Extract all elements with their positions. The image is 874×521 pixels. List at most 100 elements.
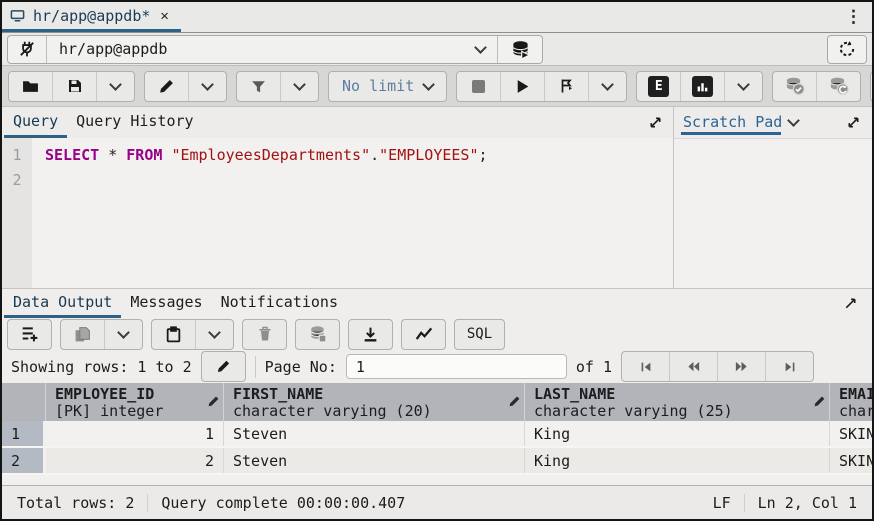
row-limit-select[interactable]: No limit xyxy=(329,72,446,101)
first-page-icon[interactable] xyxy=(622,352,669,381)
explain-icon[interactable]: E xyxy=(637,72,680,101)
output-toolbar: SQL xyxy=(2,318,872,350)
sql-code[interactable]: SELECT * FROM "EmployeesDepartments"."EM… xyxy=(32,138,488,288)
chevron-down-icon[interactable] xyxy=(463,36,497,63)
eol-indicator[interactable]: LF xyxy=(713,494,731,512)
add-row-icon[interactable] xyxy=(8,320,51,349)
grid-corner-cell[interactable] xyxy=(2,383,46,421)
delete-row-icon[interactable] xyxy=(243,320,286,349)
table-row[interactable]: 22StevenKingSKING xyxy=(2,448,872,475)
rollback-icon[interactable] xyxy=(816,72,860,101)
kebab-menu-icon[interactable]: ⋮ xyxy=(835,2,872,32)
row-limit-label: No limit xyxy=(342,77,414,95)
pagination-row: Showing rows: 1 to 2 Page No: of 1 xyxy=(2,350,872,383)
edit-icon[interactable] xyxy=(145,72,188,101)
sql-token: ; xyxy=(479,146,488,164)
column-header[interactable]: EMAILcharacter varying (25) xyxy=(830,383,872,421)
connection-selector[interactable]: hr/app@appdb xyxy=(47,36,463,63)
grid-cell[interactable]: King xyxy=(525,448,830,473)
query-complete-status: Query complete 00:00:00.407 xyxy=(161,494,405,512)
edit-column-pencil-icon[interactable] xyxy=(508,395,521,408)
filter-icon[interactable] xyxy=(237,72,280,101)
scratch-pad-header: Scratch Pad xyxy=(674,107,872,138)
sql-token: "EmployeesDepartments" xyxy=(171,146,370,164)
page-no-label: Page No: xyxy=(265,358,337,376)
save-options-chevron-icon[interactable] xyxy=(96,72,134,101)
result-grid[interactable]: EMPLOYEE_ID[PK] integerFIRST_NAMEcharact… xyxy=(2,383,872,485)
line-number: 2 xyxy=(2,168,32,193)
showing-rows-label: Showing rows: 1 to 2 xyxy=(11,358,192,376)
new-connection-icon[interactable] xyxy=(497,36,542,63)
sql-token: . xyxy=(370,146,379,164)
graph-visualiser-icon[interactable] xyxy=(402,320,445,349)
connection-status-icon[interactable] xyxy=(8,36,47,63)
grid-cell[interactable]: Steven xyxy=(224,448,525,473)
edit-range-pencil-icon[interactable] xyxy=(202,352,245,381)
query-tool-tab[interactable]: hr/app@appdb* ✕ xyxy=(2,2,181,32)
commit-icon[interactable] xyxy=(773,72,816,101)
tab-notifications[interactable]: Notifications xyxy=(212,289,347,318)
sql-token xyxy=(99,146,108,164)
column-header[interactable]: FIRST_NAMEcharacter varying (20) xyxy=(224,383,525,421)
table-row[interactable]: 11StevenKingSKING xyxy=(2,421,872,448)
column-header[interactable]: EMPLOYEE_ID[PK] integer xyxy=(46,383,224,421)
expand-icon[interactable] xyxy=(835,289,866,318)
paste-chevron-icon[interactable] xyxy=(195,320,233,349)
output-tabs: Data Output Messages Notifications xyxy=(2,289,872,318)
execute-chevron-icon[interactable] xyxy=(588,72,626,101)
page-number-input[interactable] xyxy=(346,354,567,379)
scratch-pad-label[interactable]: Scratch Pad xyxy=(681,110,781,135)
line-number: 1 xyxy=(2,143,32,168)
prev-page-icon[interactable] xyxy=(669,352,717,381)
save-file-icon[interactable] xyxy=(52,72,96,101)
document-tab-bar: hr/app@appdb* ✕ ⋮ xyxy=(2,2,872,33)
scratch-pad-editor[interactable] xyxy=(674,138,872,288)
grid-cell[interactable]: SKING xyxy=(830,448,872,473)
sql-editor[interactable]: 1 2 SELECT * FROM "EmployeesDepartments"… xyxy=(2,138,673,288)
edit-column-pencil-icon[interactable] xyxy=(813,395,826,408)
tab-query-history[interactable]: Query History xyxy=(67,107,202,138)
grid-cell[interactable]: 1 xyxy=(46,421,224,446)
edit-options-chevron-icon[interactable] xyxy=(188,72,226,101)
execute-options-icon[interactable] xyxy=(544,72,588,101)
save-data-icon[interactable] xyxy=(296,320,339,349)
grid-cell[interactable]: 2 xyxy=(46,448,224,473)
tab-query[interactable]: Query xyxy=(4,107,67,138)
reset-layout-icon[interactable] xyxy=(827,35,867,64)
tab-messages[interactable]: Messages xyxy=(121,289,211,318)
row-number-cell[interactable]: 1 xyxy=(2,421,46,446)
expand-icon[interactable] xyxy=(640,107,671,138)
grid-cell[interactable]: SKING xyxy=(830,421,872,446)
explain-chevron-icon[interactable] xyxy=(724,72,762,101)
expand-icon[interactable] xyxy=(842,115,865,130)
copy-icon[interactable] xyxy=(61,320,104,349)
edit-column-pencil-icon[interactable] xyxy=(207,395,220,408)
sql-token: * xyxy=(108,146,117,164)
open-file-icon[interactable] xyxy=(9,72,52,101)
close-icon[interactable]: ✕ xyxy=(160,8,168,24)
paste-icon[interactable] xyxy=(152,320,195,349)
total-rows-status: Total rows: 2 xyxy=(17,494,134,512)
column-header[interactable]: LAST_NAMEcharacter varying (25) xyxy=(525,383,830,421)
row-number-cell[interactable]: 2 xyxy=(2,448,46,473)
cursor-position: Ln 2, Col 1 xyxy=(758,494,857,512)
tab-data-output[interactable]: Data Output xyxy=(4,289,121,318)
explain-analyze-icon[interactable] xyxy=(680,72,724,101)
next-page-icon[interactable] xyxy=(717,352,765,381)
show-sql-button[interactable]: SQL xyxy=(455,320,504,349)
last-page-icon[interactable] xyxy=(765,352,813,381)
line-number-gutter: 1 2 xyxy=(2,138,32,288)
query-pane: Query Query History 1 2 SELECT * FROM "E… xyxy=(2,107,674,288)
sql-token: "EMPLOYEES" xyxy=(379,146,478,164)
sql-token: SELECT xyxy=(45,146,99,164)
grid-cell[interactable]: Steven xyxy=(224,421,525,446)
download-icon[interactable] xyxy=(349,320,392,349)
chevron-down-icon[interactable] xyxy=(787,114,800,127)
query-toolbar: No limit E xyxy=(2,66,872,107)
copy-chevron-icon[interactable] xyxy=(104,320,142,349)
filter-options-chevron-icon[interactable] xyxy=(280,72,318,101)
query-tool-window: hr/app@appdb* ✕ ⋮ hr/app@appdb xyxy=(0,0,874,521)
execute-icon[interactable] xyxy=(500,72,544,101)
grid-cell[interactable]: King xyxy=(525,421,830,446)
cancel-query-icon[interactable] xyxy=(457,72,500,101)
